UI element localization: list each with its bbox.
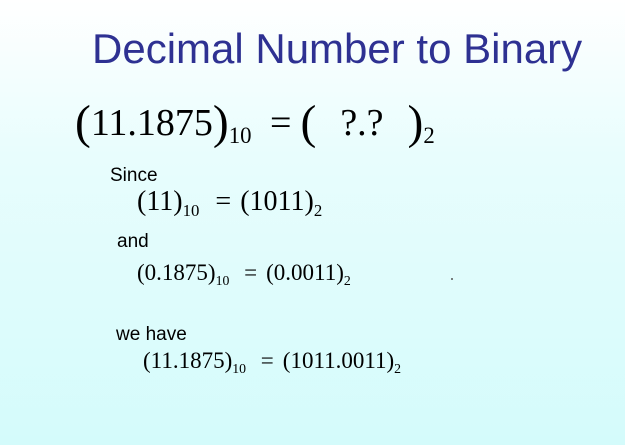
fraction-binary-base: 2	[343, 272, 351, 288]
since-label: Since	[110, 165, 158, 186]
open-paren: (	[240, 186, 250, 217]
equals-sign: =	[260, 348, 274, 373]
close-paren: )	[173, 186, 183, 217]
we-have-label: we have	[116, 324, 187, 345]
main-decimal-base: 10	[228, 123, 252, 149]
close-paren: )	[207, 260, 216, 285]
fraction-part-equation: (0.1875)10 = (0.0011)2	[137, 260, 351, 287]
integer-binary-value: 1011	[249, 186, 305, 217]
integer-decimal-value: 11	[146, 186, 174, 217]
main-decimal-value: 11.1875	[90, 102, 213, 145]
open-paren: (	[137, 260, 145, 285]
result-binary-base: 2	[394, 360, 402, 376]
open-paren: (	[266, 260, 274, 285]
integer-binary-base: 2	[313, 200, 323, 220]
equals-sign: =	[270, 102, 292, 145]
equals-sign: =	[215, 186, 232, 217]
integer-part-equation: (11)10 = (1011)2	[137, 186, 322, 219]
stray-dot	[451, 278, 453, 280]
slide-title: Decimal Number to Binary	[92, 25, 583, 72]
open-paren: (	[300, 97, 317, 149]
result-equation: (11.1875)10 = (1011.0011)2	[143, 348, 401, 375]
main-equation: (11.1875)10 =(?.?)2	[75, 97, 435, 149]
close-paren: )	[336, 260, 344, 285]
fraction-decimal-base: 10	[215, 272, 230, 288]
close-paren: )	[304, 186, 314, 217]
close-paren: )	[407, 97, 424, 149]
equals-sign: =	[244, 260, 258, 285]
close-paren: )	[212, 97, 229, 149]
main-binary-base: 2	[423, 123, 435, 149]
open-paren: (	[143, 348, 151, 373]
integer-decimal-base: 10	[182, 200, 200, 220]
open-paren: (	[75, 97, 91, 149]
fraction-decimal-value: 0.1875	[144, 260, 208, 285]
fraction-binary-value: 0.0011	[273, 260, 337, 285]
result-decimal-base: 10	[232, 360, 247, 376]
result-binary-value: 1011.0011	[290, 348, 387, 373]
main-binary-unknown: ?.?	[340, 102, 384, 145]
open-paren: (	[137, 186, 147, 217]
result-decimal-value: 11.1875	[150, 348, 225, 373]
and-label: and	[117, 231, 149, 252]
